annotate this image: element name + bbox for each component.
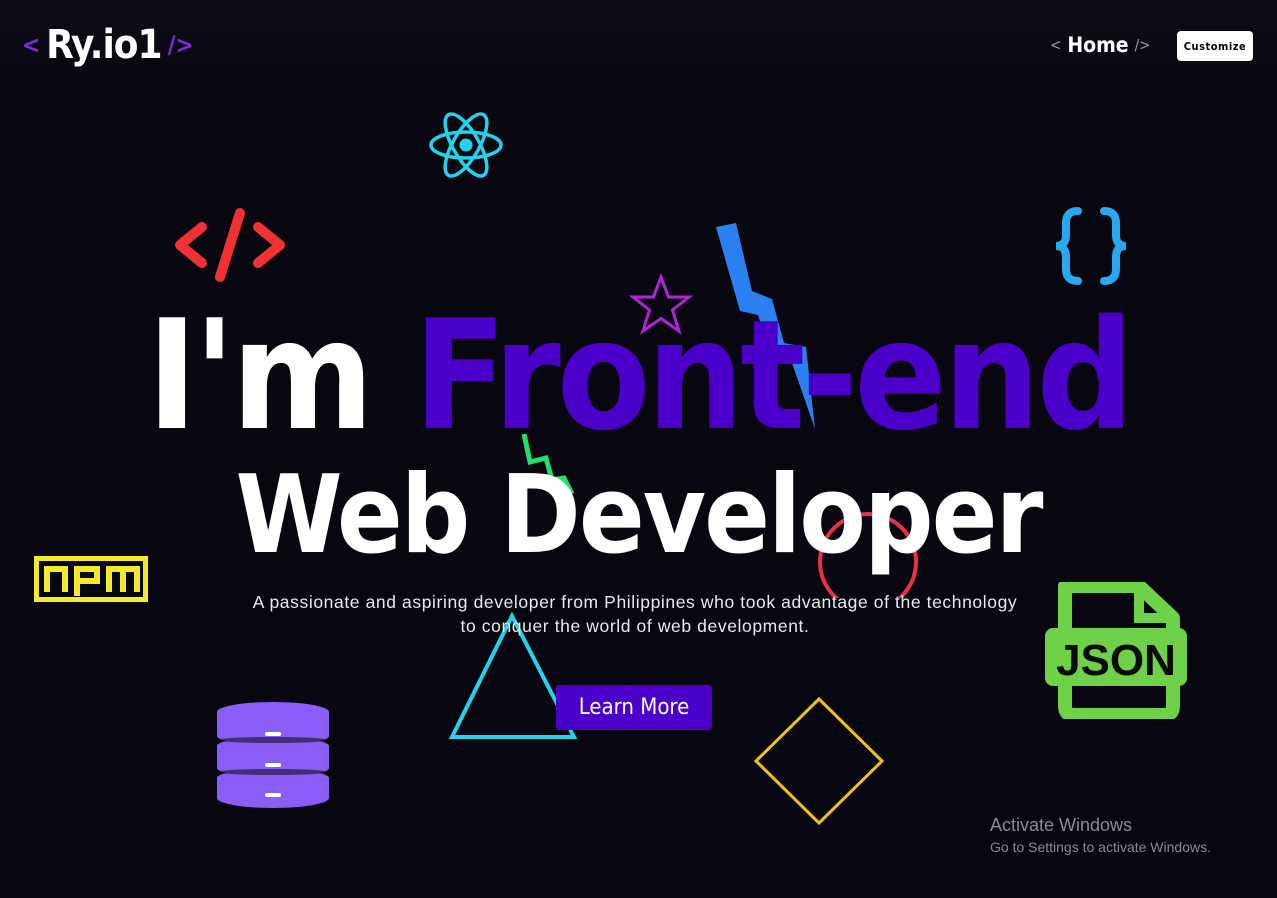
home-close-bracket: />: [1134, 36, 1151, 54]
react-icon: [429, 112, 503, 178]
curly-braces-icon: [1055, 207, 1127, 285]
home-open-bracket: <: [1050, 36, 1062, 54]
hero-description-line2: to conquer the world of web development.: [460, 616, 810, 636]
windows-activation-watermark: Activate Windows Go to Settings to activ…: [990, 814, 1211, 858]
watermark-subtitle: Go to Settings to activate Windows.: [990, 839, 1211, 855]
hero-title-line2: Web Developer: [235, 453, 1044, 578]
learn-more-button[interactable]: Learn More: [556, 685, 712, 730]
diamond-icon: [753, 696, 885, 826]
hero-title-frontend: Front-end: [413, 287, 1135, 464]
logo[interactable]: < Ry.io1 />: [22, 22, 194, 68]
hero-title-im: I'm: [146, 287, 374, 464]
json-label: JSON: [1056, 636, 1176, 685]
watermark-title: Activate Windows: [990, 815, 1133, 835]
logo-name: Ry.io1: [46, 22, 162, 68]
home-label: Home: [1067, 33, 1129, 57]
hero-title-line1: I'm Front-end: [0, 300, 1277, 452]
hero-description-line1: A passionate and aspiring developer from…: [252, 592, 1018, 612]
nav-link-home[interactable]: < Home />: [1050, 33, 1150, 57]
logo-open-bracket: <: [22, 31, 41, 59]
code-tag-icon: [175, 208, 285, 282]
logo-close-bracket: />: [167, 31, 194, 59]
customize-button[interactable]: Customize: [1177, 31, 1253, 61]
database-icon: [217, 702, 329, 808]
hero-description: A passionate and aspiring developer from…: [160, 590, 1110, 638]
